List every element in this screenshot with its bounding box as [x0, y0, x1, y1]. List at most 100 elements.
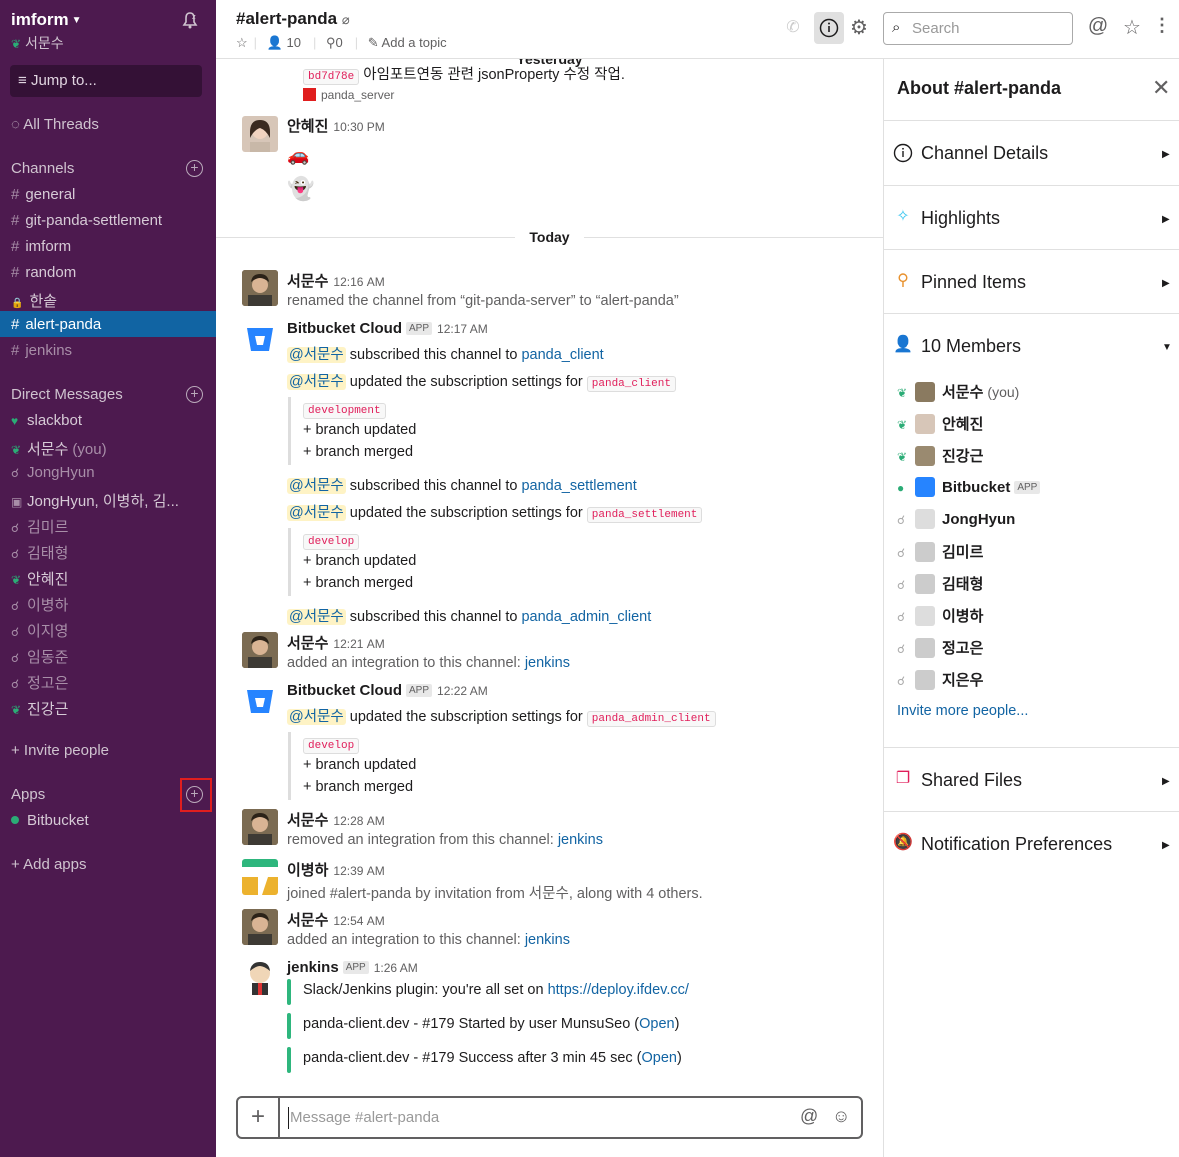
add-apps-link[interactable]: + Add apps: [11, 856, 86, 873]
user-name[interactable]: 안혜진: [287, 118, 328, 135]
dm-item-10[interactable]: ☌ 정고은: [0, 667, 216, 693]
starred-items-icon[interactable]: ☆: [1121, 15, 1143, 39]
user-name[interactable]: Bitbucket Cloud: [287, 320, 402, 337]
member-item[interactable]: ☌ 김미르: [897, 541, 983, 562]
invite-people-link[interactable]: + Invite people: [11, 742, 109, 759]
open-link[interactable]: Open: [642, 1050, 677, 1066]
dm-item-3[interactable]: ▣ JongHyun, 이병하, 김...: [0, 485, 216, 511]
close-icon[interactable]: ✕: [1152, 75, 1170, 101]
jenkins-avatar-icon[interactable]: [242, 959, 278, 995]
dm-item-8[interactable]: ☌ 이지영: [0, 615, 216, 641]
deploy-link[interactable]: https://deploy.ifdev.cc/: [548, 982, 689, 998]
direct-messages-header[interactable]: Direct Messages: [11, 386, 123, 403]
dm-item-11[interactable]: ❦ 진강근: [0, 693, 216, 719]
notification-bell-icon[interactable]: z: [179, 10, 201, 30]
notification-preferences-row[interactable]: 🔕 Notification Preferences ▶: [884, 811, 1179, 875]
sidebar-channel-5[interactable]: # alert-panda: [0, 311, 216, 337]
search-input[interactable]: ⌕ Search: [883, 12, 1073, 45]
workspace-menu[interactable]: imform ▼: [11, 10, 82, 30]
avatar[interactable]: [242, 859, 278, 895]
member-item[interactable]: ● Bitbucket APP: [897, 477, 1041, 497]
jenkins-link[interactable]: jenkins: [558, 832, 603, 848]
channel-details-row[interactable]: Channel Details ▶: [884, 120, 1179, 185]
member-item[interactable]: ❦ 서문수 (you): [897, 381, 1019, 402]
app-item-bitbucket[interactable]: Bitbucket: [0, 807, 216, 833]
mentions-icon[interactable]: @: [1087, 15, 1109, 37]
sidebar-channel-1[interactable]: # git-panda-settlement: [0, 207, 216, 233]
avatar[interactable]: [242, 809, 278, 845]
invite-more-link[interactable]: Invite more people...: [897, 703, 1028, 719]
apps-header[interactable]: Apps: [11, 786, 45, 803]
dm-item-6[interactable]: ❦ 안혜진: [0, 563, 216, 589]
dm-item-7[interactable]: ☌ 이병하: [0, 589, 216, 615]
shared-files-row[interactable]: ❐ Shared Files ▶: [884, 747, 1179, 811]
channel-title[interactable]: #alert-panda ⌀: [236, 9, 350, 29]
member-item[interactable]: ❦ 안혜진: [897, 413, 983, 434]
user-name[interactable]: 서문수: [287, 635, 328, 652]
highlights-row[interactable]: ✧ Highlights ▶: [884, 185, 1179, 249]
sidebar-channel-4[interactable]: 🔒 한솥: [0, 285, 216, 311]
avatar[interactable]: [242, 632, 278, 668]
dm-item-0[interactable]: ♥ slackbot: [0, 407, 216, 433]
members-count[interactable]: 👤 10: [267, 35, 307, 50]
user-name[interactable]: 서문수: [287, 912, 328, 929]
jenkins-link[interactable]: jenkins: [525, 932, 570, 948]
sidebar-channel-6[interactable]: # jenkins: [0, 337, 216, 363]
add-topic-link[interactable]: ✎ Add a topic: [368, 35, 453, 50]
call-icon[interactable]: ✆: [782, 17, 804, 39]
jump-to-button[interactable]: ≡ Jump to...: [10, 65, 202, 97]
sidebar-channel-0[interactable]: # general: [0, 181, 216, 207]
avatar[interactable]: [242, 116, 278, 152]
add-attachment-button[interactable]: +: [238, 1098, 280, 1137]
member-item[interactable]: ❦ 진강근: [897, 445, 983, 466]
dm-item-1[interactable]: ❦ 서문수 (you): [0, 433, 216, 459]
member-item[interactable]: ☌ 지은우: [897, 669, 983, 690]
user-name[interactable]: 서문수: [287, 273, 328, 290]
dm-item-9[interactable]: ☌ 임동준: [0, 641, 216, 667]
user-name[interactable]: Bitbucket Cloud: [287, 682, 402, 699]
avatar[interactable]: [242, 909, 278, 945]
user-name[interactable]: jenkins: [287, 959, 339, 976]
member-item[interactable]: ☌ 이병하: [897, 605, 983, 626]
mention-icon[interactable]: @: [800, 1106, 818, 1127]
pinned-items-row[interactable]: ⚲ Pinned Items ▶: [884, 249, 1179, 313]
user-mention[interactable]: @서문수: [287, 709, 346, 725]
repo-link[interactable]: panda_client: [521, 347, 603, 363]
dm-item-2[interactable]: ☌ JongHyun: [0, 459, 216, 485]
member-item[interactable]: ☌ 정고은: [897, 637, 983, 658]
emoji-icon[interactable]: ☺: [832, 1106, 850, 1127]
channels-header[interactable]: Channels: [11, 160, 74, 177]
avatar[interactable]: [242, 270, 278, 306]
star-icon[interactable]: ☆: [236, 35, 248, 50]
user-mention[interactable]: @서문수: [287, 374, 346, 390]
user-mention[interactable]: @서문수: [287, 609, 346, 625]
more-menu-icon[interactable]: ⋮: [1151, 15, 1173, 37]
user-name[interactable]: 서문수: [287, 812, 328, 829]
all-threads-link[interactable]: ◌ All Threads: [11, 116, 99, 133]
pins-count[interactable]: ⚲0: [326, 35, 349, 50]
repo-link[interactable]: panda_admin_client: [521, 609, 651, 625]
repo-link[interactable]: panda_settlement: [521, 478, 636, 494]
member-item[interactable]: ☌ 김태형: [897, 573, 983, 594]
open-link[interactable]: Open: [639, 1016, 674, 1032]
sidebar-channel-3[interactable]: # random: [0, 259, 216, 285]
members-toggle[interactable]: 10 Members: [921, 336, 1021, 357]
add-channel-icon[interactable]: +: [186, 160, 203, 177]
jenkins-link[interactable]: jenkins: [525, 655, 570, 671]
dm-item-5[interactable]: ☌ 김태형: [0, 537, 216, 563]
sidebar-channel-2[interactable]: # imform: [0, 233, 216, 259]
user-name[interactable]: 이병하: [287, 862, 328, 879]
chevron-down-icon[interactable]: ▼: [1162, 342, 1172, 353]
dm-item-4[interactable]: ☌ 김미르: [0, 511, 216, 537]
settings-gear-icon[interactable]: ⚙: [848, 15, 870, 39]
bitbucket-avatar-icon[interactable]: [242, 683, 278, 719]
user-mention[interactable]: @서문수: [287, 505, 346, 521]
commit-hash[interactable]: bd7d78e: [303, 69, 360, 85]
message-composer[interactable]: + Message #alert-panda @ ☺: [236, 1096, 863, 1139]
member-item[interactable]: ☌ JongHyun: [897, 509, 1015, 529]
message-input[interactable]: Message #alert-panda: [290, 1109, 439, 1126]
user-mention[interactable]: @서문수: [287, 347, 346, 363]
bitbucket-avatar-icon[interactable]: [242, 321, 278, 357]
user-mention[interactable]: @서문수: [287, 478, 346, 494]
add-dm-icon[interactable]: +: [186, 386, 203, 403]
